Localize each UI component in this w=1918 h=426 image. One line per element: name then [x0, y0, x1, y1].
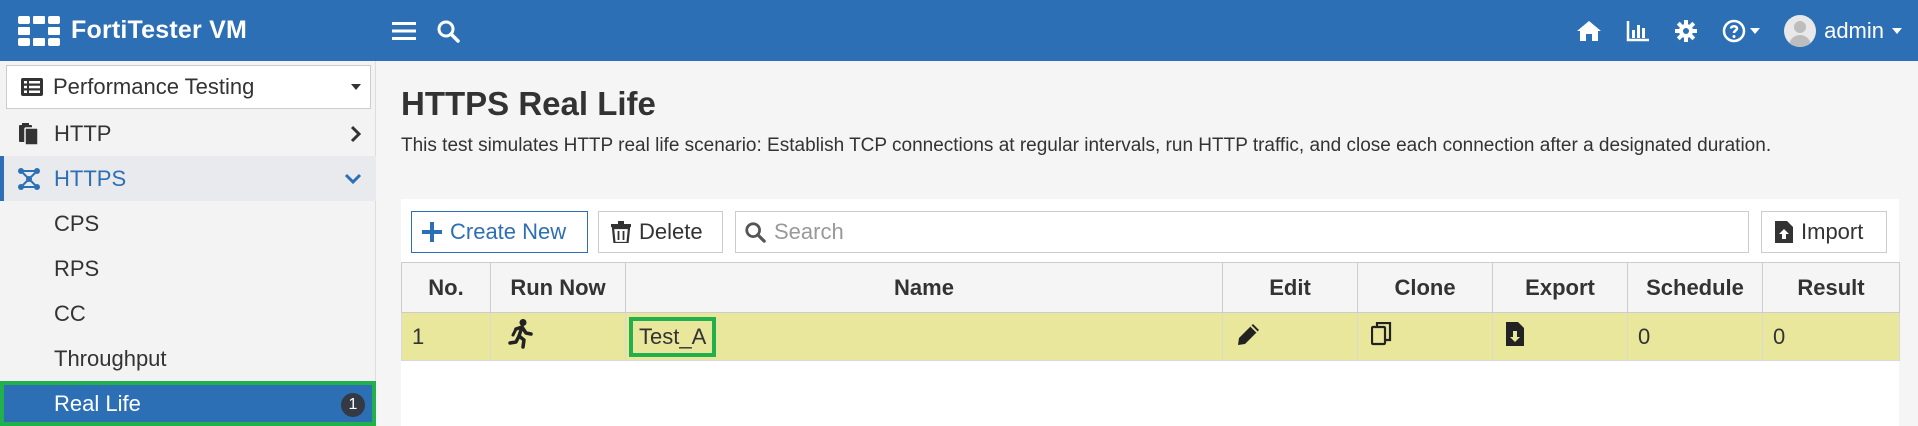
sidebar-item-cps[interactable]: CPS — [0, 201, 376, 246]
menu-icon[interactable] — [392, 0, 416, 61]
sidebar-item-real-life[interactable]: Real Life 1 — [0, 381, 376, 426]
run-now-icon[interactable] — [508, 318, 534, 349]
sidebar-item-http[interactable]: HTTP — [0, 111, 376, 156]
cell-clone — [1357, 312, 1493, 361]
cell-result: 0 — [1762, 312, 1900, 361]
import-button[interactable]: Import — [1761, 211, 1887, 253]
count-badge: 1 — [341, 393, 365, 417]
cell-edit — [1222, 312, 1358, 361]
sidebar-item-label: HTTPS — [54, 165, 127, 191]
app-title: FortiTester VM — [71, 16, 247, 44]
file-download-icon[interactable] — [1506, 321, 1524, 346]
column-header-name[interactable]: Name — [625, 262, 1223, 313]
pencil-icon[interactable] — [1236, 321, 1262, 347]
create-new-button[interactable]: Create New — [411, 211, 588, 253]
chevron-down-icon — [1750, 27, 1761, 34]
column-header-result[interactable]: Result — [1762, 262, 1900, 313]
home-icon[interactable] — [1576, 0, 1602, 61]
cell-schedule: 0 — [1627, 312, 1763, 361]
chevron-right-icon — [350, 125, 362, 142]
table-header-row: No. Run Now Name Edit Clone Export Sched… — [401, 262, 1900, 313]
search-icon[interactable] — [436, 0, 460, 61]
top-bar: FortiTester VM admin — [0, 0, 1918, 61]
sidebar-item-label: Throughput — [54, 345, 167, 371]
test-table: No. Run Now Name Edit Clone Export Sched… — [401, 262, 1900, 361]
help-icon[interactable] — [1722, 0, 1761, 61]
chevron-down-icon — [344, 173, 362, 184]
test-list-panel: Create New Delete Import No. — [401, 199, 1900, 426]
cell-no: 1 — [401, 312, 491, 361]
module-select[interactable]: Performance Testing — [6, 65, 371, 109]
table-row[interactable]: 1 Test_A 0 0 — [401, 312, 1900, 361]
page-description: This test simulates HTTP real life scena… — [401, 135, 1772, 156]
trash-icon — [611, 221, 631, 243]
search-icon — [745, 222, 766, 243]
user-menu[interactable]: admin — [1784, 14, 1902, 47]
delete-button[interactable]: Delete — [598, 211, 723, 253]
network-icon — [17, 167, 41, 190]
import-label: Import — [1801, 219, 1864, 244]
chevron-down-icon — [1892, 27, 1902, 34]
search-input[interactable] — [774, 219, 1724, 245]
gear-icon[interactable] — [1674, 0, 1698, 61]
avatar — [1784, 14, 1817, 47]
sidebar-item-https[interactable]: HTTPS — [0, 156, 376, 201]
brand[interactable]: FortiTester VM — [0, 0, 375, 61]
sidebar-item-label: CPS — [54, 210, 100, 236]
sidebar-item-label: HTTP — [54, 120, 112, 146]
sidebar-item-cc[interactable]: CC — [0, 291, 376, 336]
copy-icon[interactable] — [1371, 321, 1393, 346]
column-header-clone[interactable]: Clone — [1357, 262, 1493, 313]
chart-icon[interactable] — [1626, 0, 1650, 61]
column-header-schedule[interactable]: Schedule — [1627, 262, 1763, 313]
sidebar-item-label: Real Life — [54, 390, 141, 416]
column-header-edit[interactable]: Edit — [1222, 262, 1358, 313]
user-name: admin — [1824, 17, 1884, 43]
plus-icon — [422, 222, 442, 242]
column-header-run-now[interactable]: Run Now — [490, 262, 626, 313]
column-header-export[interactable]: Export — [1492, 262, 1628, 313]
sidebar-item-label: RPS — [54, 255, 100, 281]
sidebar-item-throughput[interactable]: Throughput — [0, 336, 376, 381]
cell-name: Test_A — [625, 312, 1223, 361]
file-upload-icon — [1775, 221, 1793, 243]
cell-run-now — [490, 312, 626, 361]
test-name-link[interactable]: Test_A — [629, 316, 717, 357]
search-box[interactable] — [735, 211, 1749, 253]
main-content: HTTPS Real Life This test simulates HTTP… — [377, 61, 1918, 426]
sidebar-item-label: CC — [54, 300, 86, 326]
page-title: HTTPS Real Life — [401, 85, 656, 122]
chevron-down-icon — [351, 84, 361, 90]
delete-label: Delete — [639, 219, 703, 244]
column-header-no[interactable]: No. — [401, 262, 491, 313]
create-new-label: Create New — [450, 219, 567, 244]
sidebar: Performance Testing HTTP HTTPS CPS RPS C… — [0, 61, 376, 426]
list-icon — [21, 78, 43, 96]
cell-export — [1492, 312, 1628, 361]
fortinet-logo-icon — [18, 15, 60, 46]
sidebar-item-rps[interactable]: RPS — [0, 246, 376, 291]
clipboard-icon — [17, 122, 41, 145]
module-select-label: Performance Testing — [53, 74, 255, 99]
